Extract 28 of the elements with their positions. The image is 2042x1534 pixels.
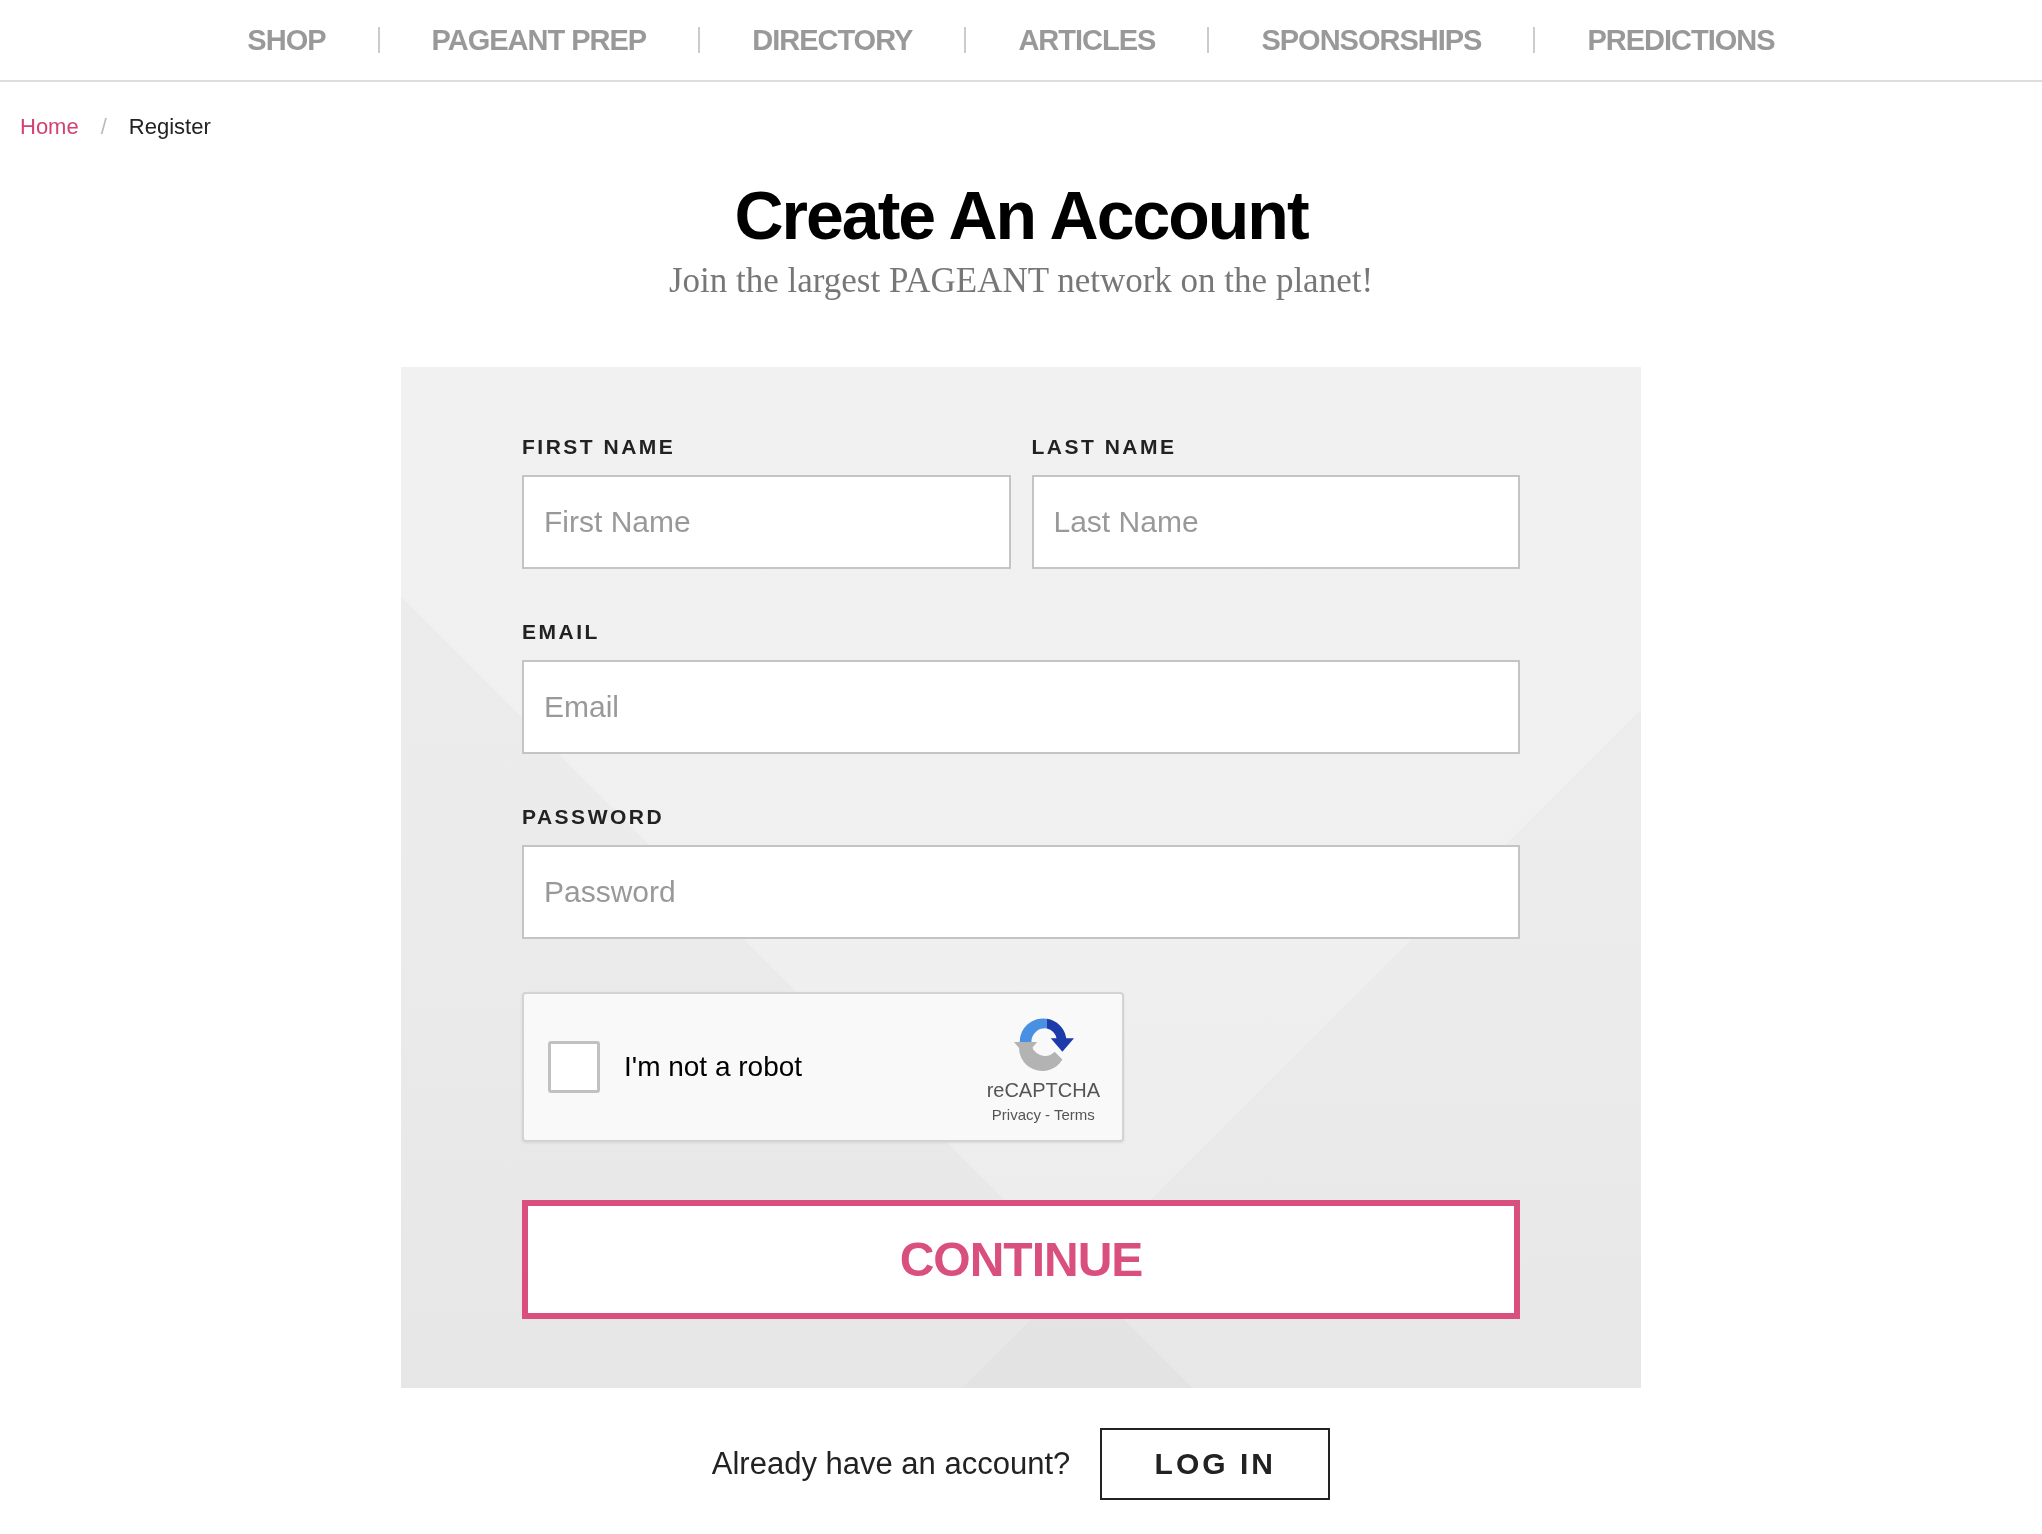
login-prompt: Already have an account? xyxy=(711,1445,1071,1482)
nav-link[interactable]: PREDICTIONS xyxy=(1535,23,1827,57)
captcha-brand: reCAPTCHA xyxy=(986,1078,1100,1102)
captcha-label: I'm not a robot xyxy=(624,1050,804,1083)
field-label: FIRST NAME xyxy=(522,434,677,459)
link-separator: - xyxy=(1045,1105,1050,1123)
field-label: LAST NAME xyxy=(1031,434,1178,459)
login-button[interactable]: LOG IN xyxy=(1100,1427,1331,1500)
input-field[interactable]: First Name xyxy=(522,474,1011,569)
field-label: PASSWORD xyxy=(522,804,666,829)
nav-link[interactable]: PAGEANT PREP xyxy=(379,23,699,57)
breadcrumb-link[interactable]: Home xyxy=(20,114,79,140)
captcha-checkbox[interactable] xyxy=(548,1040,600,1093)
continue-button[interactable]: CONTINUE xyxy=(522,1199,1520,1319)
input-field[interactable]: Email xyxy=(522,659,1520,754)
nav-link[interactable]: SPONSORSHIPS xyxy=(1209,23,1534,57)
page-title: Create An Account xyxy=(733,178,1310,253)
privacy-link[interactable]: Privacy xyxy=(991,1105,1041,1123)
input-field[interactable]: Last Name xyxy=(1031,474,1520,569)
terms-link[interactable]: Terms xyxy=(1054,1105,1095,1123)
field-label: EMAIL xyxy=(522,619,601,644)
breadcrumb-current: Register xyxy=(128,114,211,140)
nav-link[interactable]: SHOP xyxy=(195,23,378,57)
input-field[interactable]: Password xyxy=(522,844,1520,939)
breadcrumb-separator: / xyxy=(100,114,107,140)
page-subtitle: Join the largest PAGEANT network on the planet! xyxy=(667,260,1375,301)
nav-link[interactable]: DIRECTORY xyxy=(700,23,965,57)
nav-link[interactable]: ARTICLES xyxy=(966,23,1208,57)
